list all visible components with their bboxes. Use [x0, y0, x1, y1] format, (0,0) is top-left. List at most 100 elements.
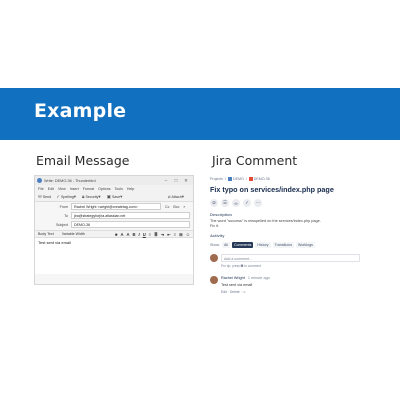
menu-format[interactable]: Format — [83, 187, 94, 191]
subject-field[interactable]: DEMO-36 — [71, 221, 190, 228]
chevron-down-icon: ▾ — [120, 193, 123, 199]
subject-row: Subject DEMO-36 — [35, 220, 193, 229]
numbered-list-icon[interactable]: ≣ — [154, 232, 158, 237]
attachment-icon[interactable]: ⊘ — [210, 199, 218, 207]
show-label: Show: — [210, 242, 220, 247]
maximize-button[interactable]: □ — [171, 178, 181, 183]
outdent-icon[interactable]: ⇤ — [167, 232, 171, 237]
project-icon — [227, 176, 232, 181]
comment-avatar — [210, 276, 218, 284]
comment-text: Test sent via email — [221, 283, 253, 287]
emoji-icon[interactable]: ☺ — [186, 232, 190, 237]
font-select[interactable]: Variable Width — [62, 232, 85, 236]
banner: Example — [0, 88, 400, 140]
link-icon[interactable]: ∞ — [232, 199, 240, 207]
underline-icon[interactable]: U — [143, 232, 146, 237]
window-title: Write: DEMO-36 - Thunderbird — [44, 178, 96, 183]
font-size-up-icon[interactable]: A — [126, 232, 129, 237]
jira-issue-view: Projects / DEMO / DEMO-36 Fix typo on se… — [210, 175, 360, 325]
menu-view[interactable]: View — [58, 187, 66, 191]
issue-actions: ⊘ ☰ ∞ ✓ ⋯ — [210, 199, 360, 207]
paragraph-format-select[interactable]: Body Text — [38, 232, 54, 236]
thunderbird-compose-window: Write: DEMO-36 - Thunderbird – □ ✕ File … — [34, 175, 194, 285]
from-select[interactable]: Rachel Wright <wright@createtag.com> — [71, 203, 161, 210]
indent-icon[interactable]: ⇥ — [161, 232, 165, 237]
send-label: Send — [42, 194, 52, 199]
menu-file[interactable]: File — [38, 187, 44, 191]
jira-section-title: Jira Comment — [212, 153, 298, 168]
attach-button[interactable]: ⌀ Attach ▾ — [168, 194, 185, 200]
save-icon: ▣ — [106, 193, 111, 199]
chevron-down-icon: ▾ — [73, 193, 77, 199]
italic-icon[interactable]: I — [139, 232, 140, 237]
comment-author[interactable]: Rachel Wright — [221, 276, 245, 280]
align-icon[interactable]: ≡ — [174, 232, 176, 237]
menu-options[interactable]: Options — [98, 187, 110, 191]
tab-history[interactable]: History — [255, 241, 271, 248]
tab-transitions[interactable]: Transitions — [272, 241, 295, 248]
chevron-down-icon: ▾ — [181, 193, 184, 199]
send-button[interactable]: ✉ Send — [38, 194, 51, 200]
comment-actions[interactable]: Edit · Delete · ☺ — [221, 290, 360, 294]
comment-item: Rachel Wright 1 minute ago Test sent via… — [210, 276, 360, 294]
tab-comments[interactable]: Comments — [232, 241, 254, 248]
menu-edit[interactable]: Edit — [48, 187, 54, 191]
activity-heading: Activity — [210, 233, 225, 238]
from-row: From Rachel Wright <wright@createtag.com… — [35, 202, 193, 211]
menu-help[interactable]: Help — [127, 187, 134, 191]
close-button[interactable]: ✕ — [181, 178, 191, 184]
pro-tip: Pro tip: press M to comment — [221, 264, 360, 268]
save-label: Save — [111, 194, 121, 199]
to-field[interactable]: jira@strategyforjira.atlassian.net — [71, 212, 190, 219]
save-button[interactable]: ▣ Save ▾ — [107, 194, 124, 200]
comment-header: Rachel Wright 1 minute ago — [221, 276, 360, 280]
activity-tabs: Show: All Comments History Transitions W… — [210, 241, 360, 248]
tab-all[interactable]: All — [222, 241, 230, 248]
add-comment-input[interactable]: Add a comment... — [221, 254, 360, 262]
breadcrumb-projects[interactable]: Projects — [210, 177, 223, 181]
bold-icon[interactable]: B — [133, 232, 136, 237]
spelling-label: Spelling — [60, 194, 74, 199]
window-title-bar: Write: DEMO-36 - Thunderbird – □ ✕ — [35, 176, 193, 185]
message-body-text: Test sent via email — [38, 240, 71, 245]
minimize-button[interactable]: – — [161, 178, 171, 183]
description-heading: Description — [210, 212, 233, 217]
description-text[interactable]: The word "success" is misspelled on the … — [210, 219, 360, 223]
spelling-button[interactable]: ✓ Spelling ▾ — [56, 194, 77, 200]
issue-title[interactable]: Fix typo on services/index.php page — [210, 185, 360, 194]
font-size-down-icon[interactable]: A — [120, 232, 123, 237]
lock-icon: 🔒︎ — [82, 194, 85, 199]
more-icon[interactable]: ⋯ — [254, 199, 262, 207]
avatar — [210, 254, 218, 262]
pro-tip-key: M — [240, 264, 244, 268]
bullet-list-icon[interactable]: ≡ — [149, 232, 151, 237]
security-button[interactable]: 🔒︎ Security ▾ — [82, 194, 102, 200]
insert-icon[interactable]: ⊞ — [179, 232, 183, 237]
tab-worklogs[interactable]: Worklogs — [296, 241, 315, 248]
menu-insert[interactable]: Insert — [70, 187, 79, 191]
attach-label: Attach — [171, 194, 182, 199]
to-label: To — [64, 213, 68, 218]
pro-tip-suffix: to comment — [244, 264, 261, 268]
cc-button[interactable]: Cc — [165, 205, 169, 209]
menu-bar: File Edit View Insert Format Options Too… — [35, 185, 193, 192]
menu-tools[interactable]: Tools — [115, 187, 123, 191]
check-icon[interactable]: ✓ — [243, 199, 251, 207]
security-label: Security — [85, 194, 99, 199]
add-comment-row: Add a comment... — [210, 254, 360, 262]
breadcrumb-project[interactable]: DEMO — [233, 177, 244, 181]
format-buttons: ■ A A B I U ≡ ≣ ⇥ ⇤ ≡ ⊞ ☺ — [112, 232, 190, 237]
paperclip-icon: ⌀ — [167, 193, 171, 199]
chevron-down-icon: ▾ — [98, 193, 101, 199]
message-body[interactable]: Test sent via email — [35, 238, 193, 274]
description-text-line2[interactable]: Fix it. — [210, 224, 360, 228]
more-icon[interactable]: » — [183, 205, 185, 209]
subject-label: Subject — [56, 222, 68, 227]
breadcrumb: Projects / DEMO / DEMO-36 — [210, 176, 270, 181]
banner-title: Example — [34, 100, 127, 122]
pro-tip-prefix: Pro tip: press — [221, 264, 240, 268]
bcc-button[interactable]: Bcc — [173, 205, 179, 209]
text-color-icon[interactable]: ■ — [115, 232, 118, 237]
checklist-icon[interactable]: ☰ — [221, 199, 229, 207]
breadcrumb-issue[interactable]: DEMO-36 — [254, 177, 270, 181]
